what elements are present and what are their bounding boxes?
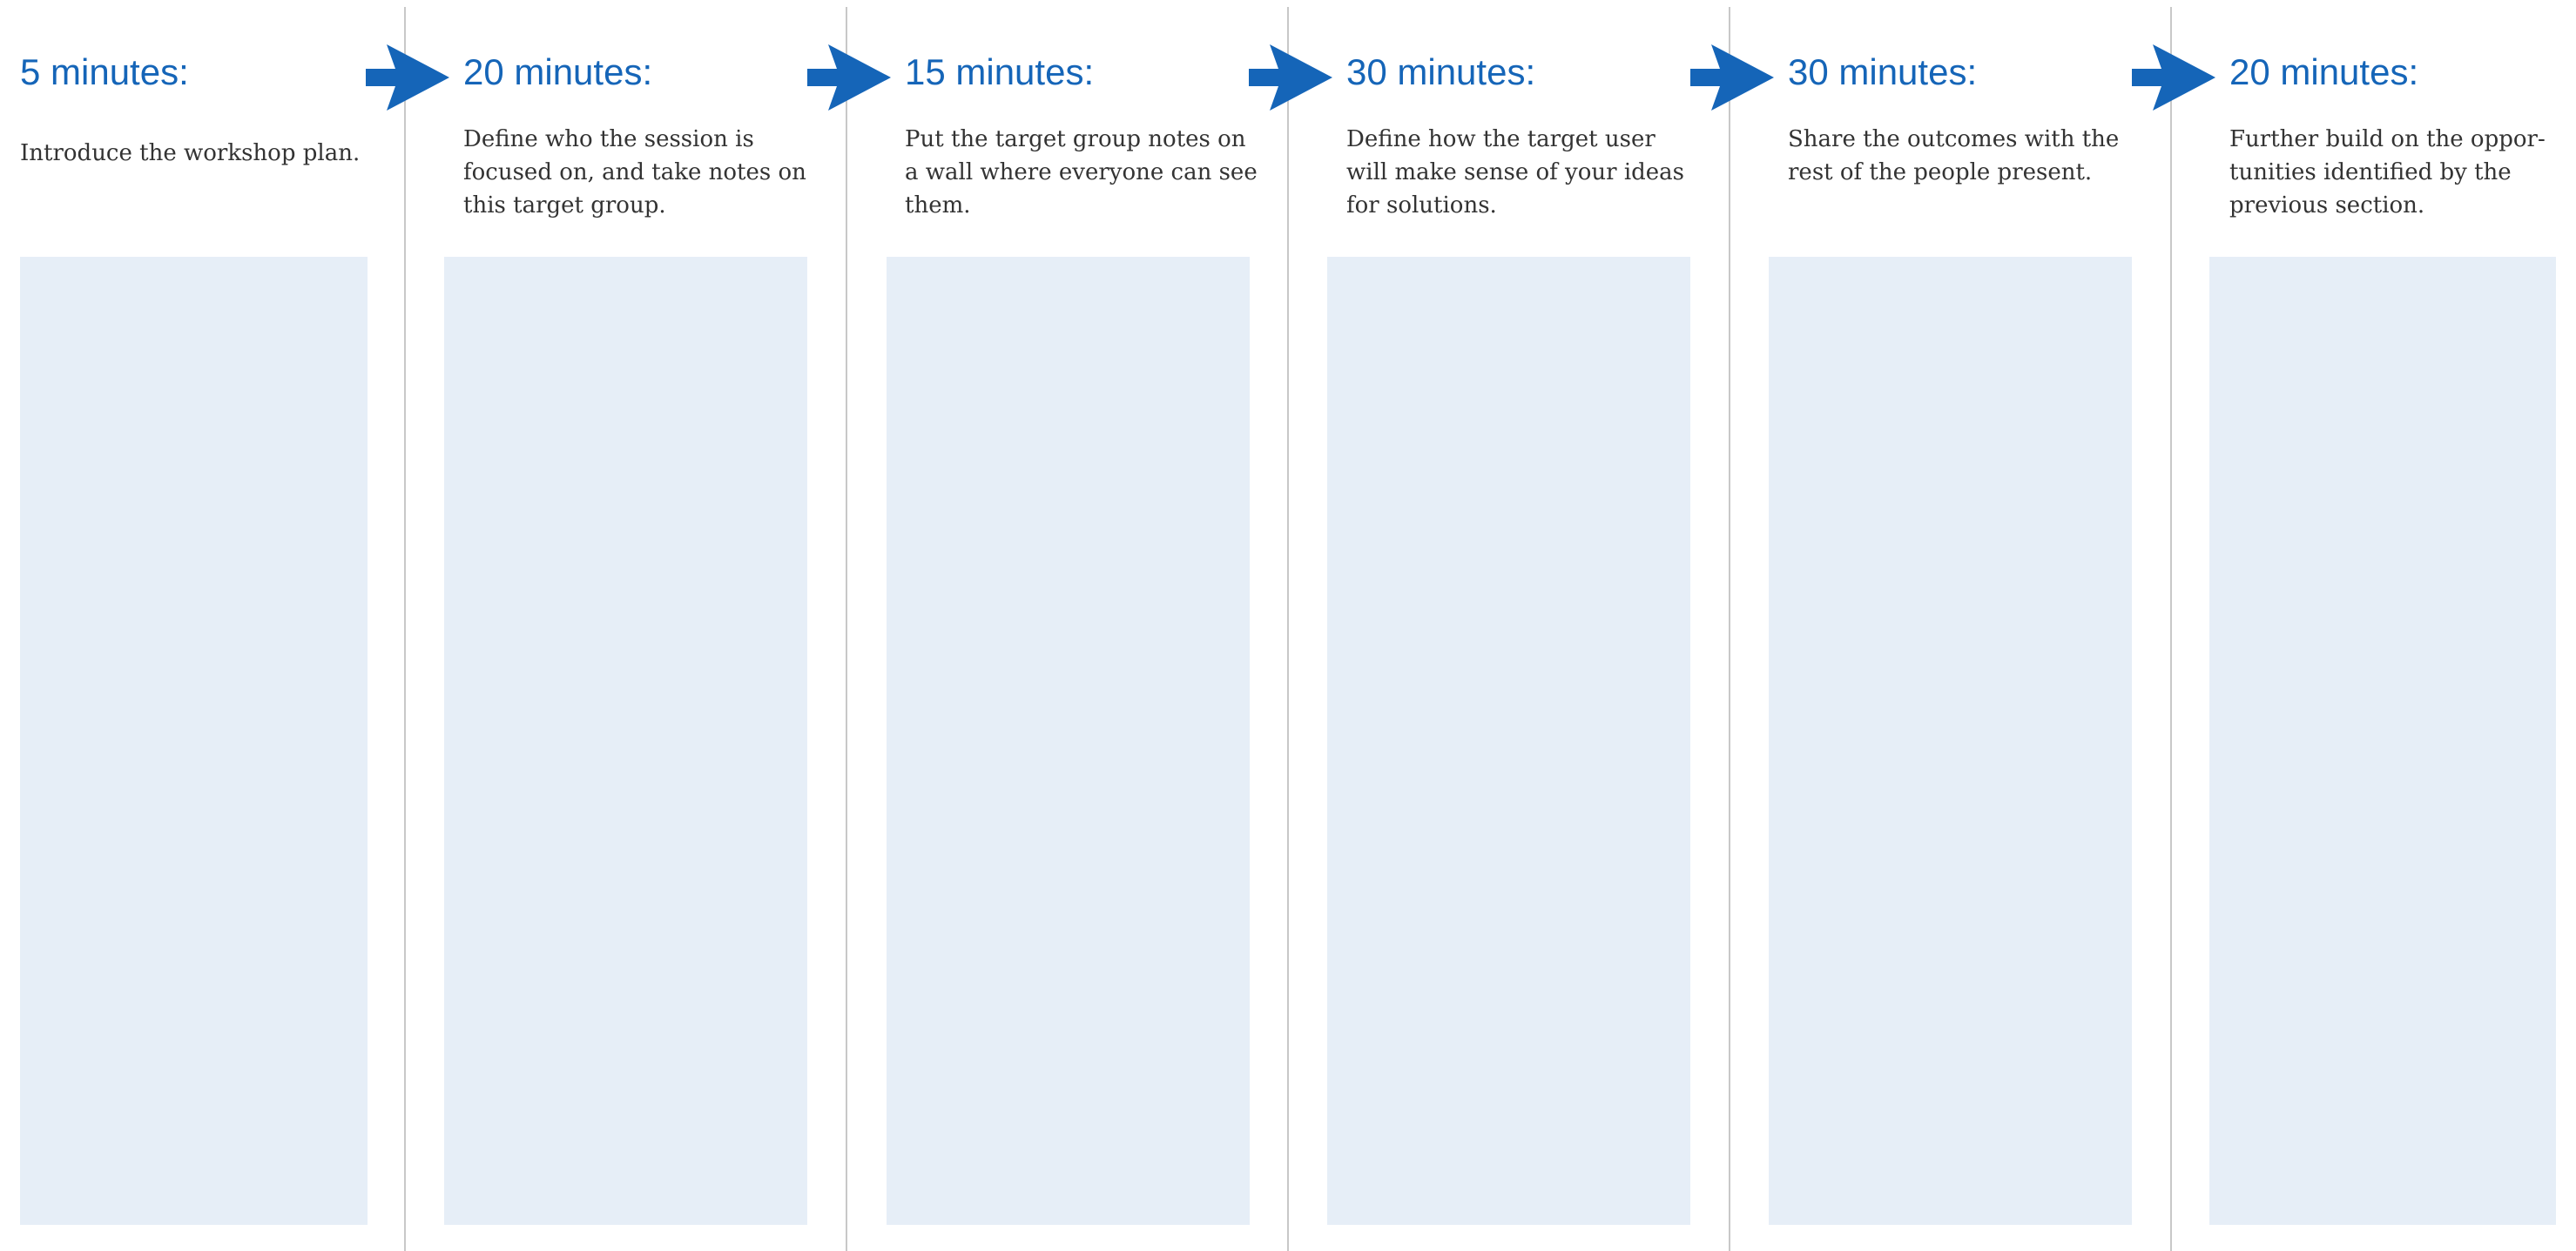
step-duration: 20 minutes: [2229,51,2419,92]
step-duration: 30 minutes: [1788,51,1978,92]
notes-area[interactable] [1769,257,2132,1225]
step-duration: 20 minutes: [463,51,653,92]
step-description: Introduce the workshop plan. [20,140,361,166]
step-column-1: 5 minutes: Introduce the workshop plan. [0,0,404,1251]
workshop-plan-canvas: 5 minutes: Introduce the workshop plan. … [0,0,2576,1251]
step-column-4: 30 minutes: Define how the target user w… [1289,0,1729,1251]
step-duration: 15 minutes: [905,51,1095,92]
step-column-6: 20 minutes: Further build on the oppor- … [2172,0,2576,1251]
step-description: Further build on the oppor- tunities ide… [2229,126,2546,219]
notes-area[interactable] [887,257,1250,1225]
step-description: Put the target group notes on a wall whe… [905,126,1258,219]
step-description: Define who the session is focused on, an… [463,126,806,219]
notes-area[interactable] [20,257,368,1225]
step-column-3: 15 minutes: Put the target group notes o… [847,0,1287,1251]
step-column-5: 30 minutes: Share the outcomes with the … [1730,0,2170,1251]
step-column-2: 20 minutes: Define who the session is fo… [406,0,846,1251]
step-description: Define how the target user will make sen… [1346,126,1685,219]
step-description: Share the outcomes with the rest of the … [1788,126,2120,185]
step-duration: 5 minutes: [20,51,189,92]
notes-area[interactable] [2209,257,2556,1225]
notes-area[interactable] [444,257,807,1225]
notes-area[interactable] [1327,257,1690,1225]
step-duration: 30 minutes: [1346,51,1536,92]
